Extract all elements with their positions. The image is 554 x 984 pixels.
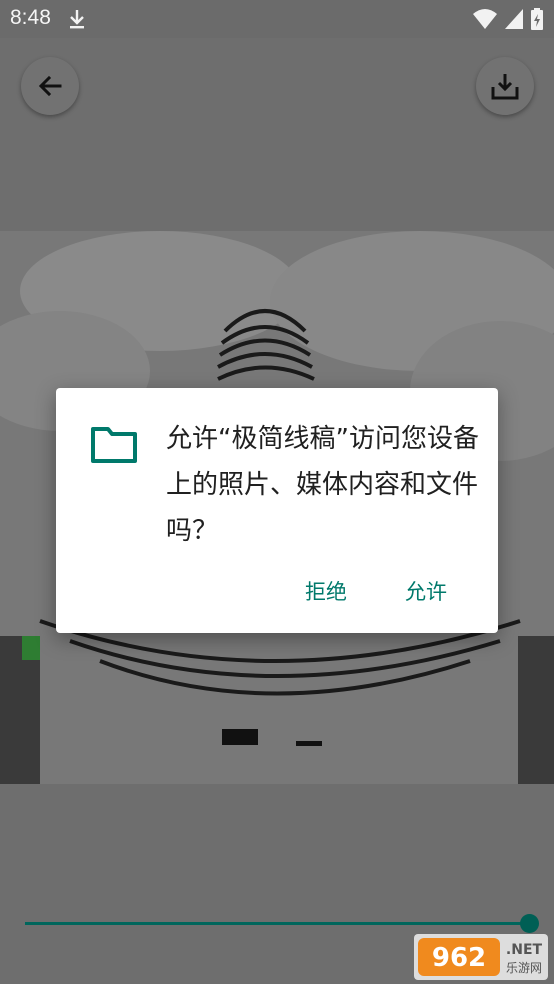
folder-icon: [91, 427, 137, 463]
svg-text:乐游网: 乐游网: [506, 961, 542, 975]
dialog-message: 允许“极简线稿”访问您设备上的照片、媒体内容和文件吗？: [166, 424, 479, 546]
wifi-icon: [473, 9, 497, 29]
status-bar: 8:48: [0, 0, 554, 38]
permission-dialog: 允许“极简线稿”访问您设备上的照片、媒体内容和文件吗？ 拒绝 允许: [56, 388, 498, 633]
deny-button[interactable]: 拒绝: [305, 576, 347, 606]
slider-track[interactable]: [25, 922, 530, 925]
back-button[interactable]: [21, 57, 79, 115]
save-button[interactable]: [476, 57, 534, 115]
download-to-tray-icon: [491, 74, 519, 100]
slider-thumb[interactable]: [520, 914, 539, 933]
battery-icon: [531, 8, 543, 30]
signal-icon: [505, 9, 523, 29]
arrow-left-icon: [38, 75, 62, 97]
status-time: 8:48: [10, 6, 51, 29]
site-watermark-logo: 962 .NET 乐游网: [414, 934, 548, 980]
allow-button[interactable]: 允许: [405, 576, 447, 606]
svg-text:.NET: .NET: [506, 942, 543, 958]
svg-text:962: 962: [432, 943, 486, 973]
download-icon: [70, 10, 84, 29]
